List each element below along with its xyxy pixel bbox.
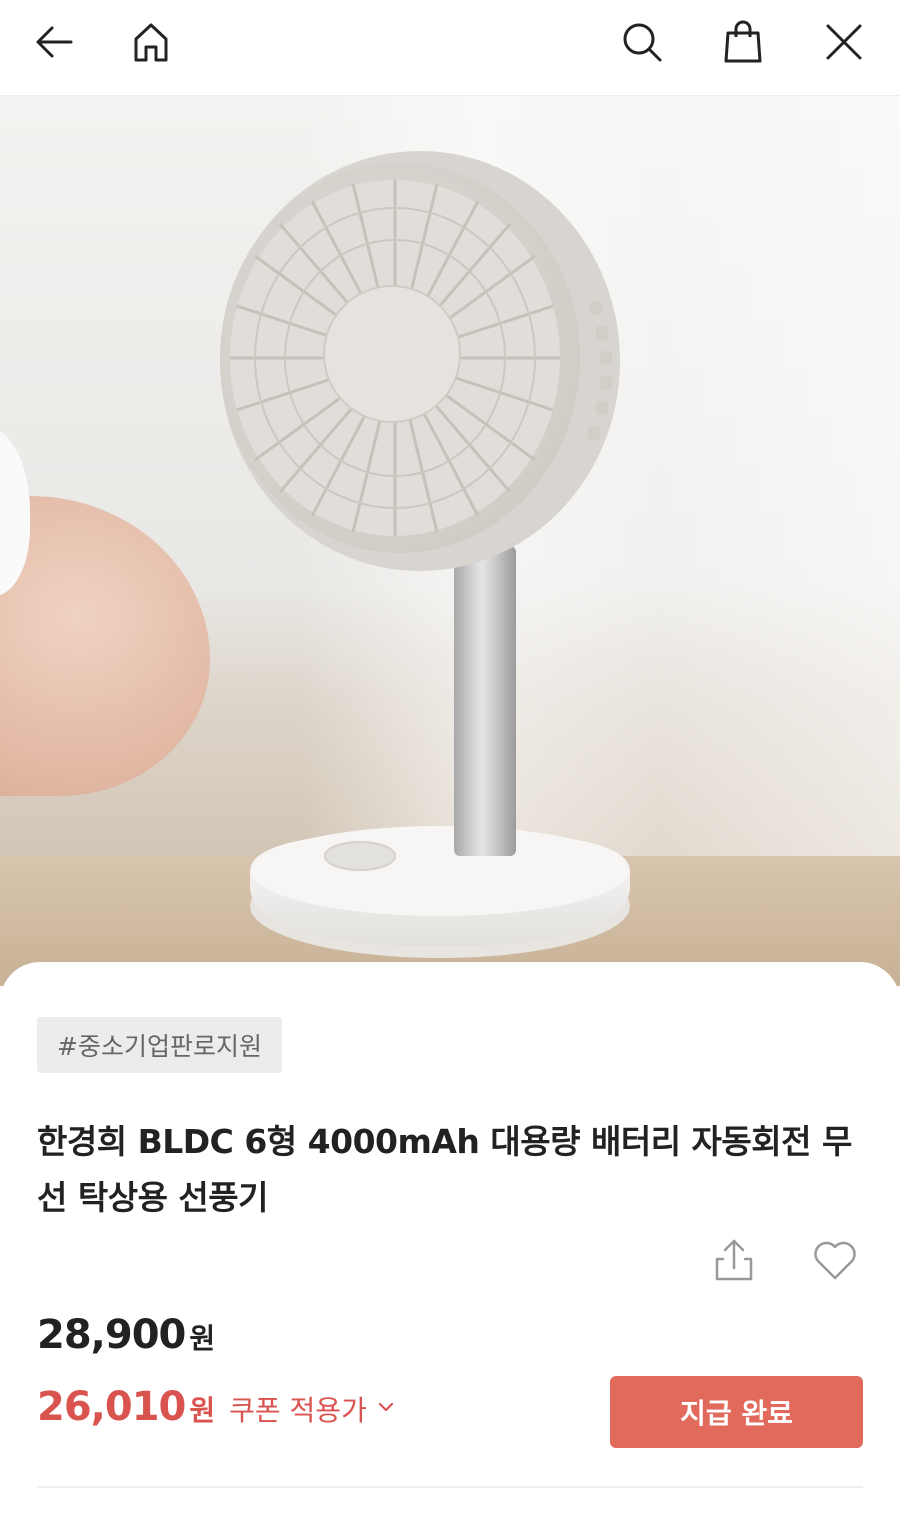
top-app-bar xyxy=(0,0,900,96)
home-icon xyxy=(134,23,168,62)
cart-button[interactable] xyxy=(713,12,773,72)
coupon-price-amount: 26,010 xyxy=(37,1384,186,1430)
shopping-bag-icon xyxy=(724,20,762,63)
share-icon xyxy=(715,1239,753,1281)
search-button[interactable] xyxy=(612,12,672,72)
coupon-price-label: 쿠폰 적용가 xyxy=(229,1394,367,1427)
heart-icon xyxy=(814,1241,856,1280)
back-button[interactable] xyxy=(24,12,84,72)
coupon-download-button[interactable]: 지급 완료 xyxy=(610,1376,863,1448)
close-icon xyxy=(826,24,862,60)
product-image-carousel[interactable] xyxy=(0,96,900,986)
product-info-sheet: #중소기업판로지원 한경희 BLDC 6형 4000mAh 대용량 배터리 자동… xyxy=(0,962,900,1523)
coupon-price[interactable]: 26,010 원 쿠폰 적용가 xyxy=(37,1384,397,1430)
chevron-down-icon[interactable] xyxy=(375,1396,397,1418)
original-price-amount: 28,900 xyxy=(37,1312,186,1358)
close-button[interactable] xyxy=(814,12,874,72)
original-price-unit: 원 xyxy=(189,1322,216,1355)
product-fan-image xyxy=(220,151,630,958)
product-tag[interactable]: #중소기업판로지원 xyxy=(37,1017,282,1073)
share-button[interactable] xyxy=(704,1230,764,1290)
coupon-price-unit: 원 xyxy=(189,1394,216,1427)
original-price: 28,900 원 xyxy=(37,1312,215,1358)
product-title: 한경희 BLDC 6형 4000mAh 대용량 배터리 자동회전 무선 탁상용 … xyxy=(37,1122,852,1217)
wishlist-button[interactable] xyxy=(805,1230,865,1290)
divider xyxy=(37,1486,863,1488)
home-button[interactable] xyxy=(121,12,181,72)
arrow-left-icon xyxy=(36,26,73,58)
search-icon xyxy=(623,23,662,62)
